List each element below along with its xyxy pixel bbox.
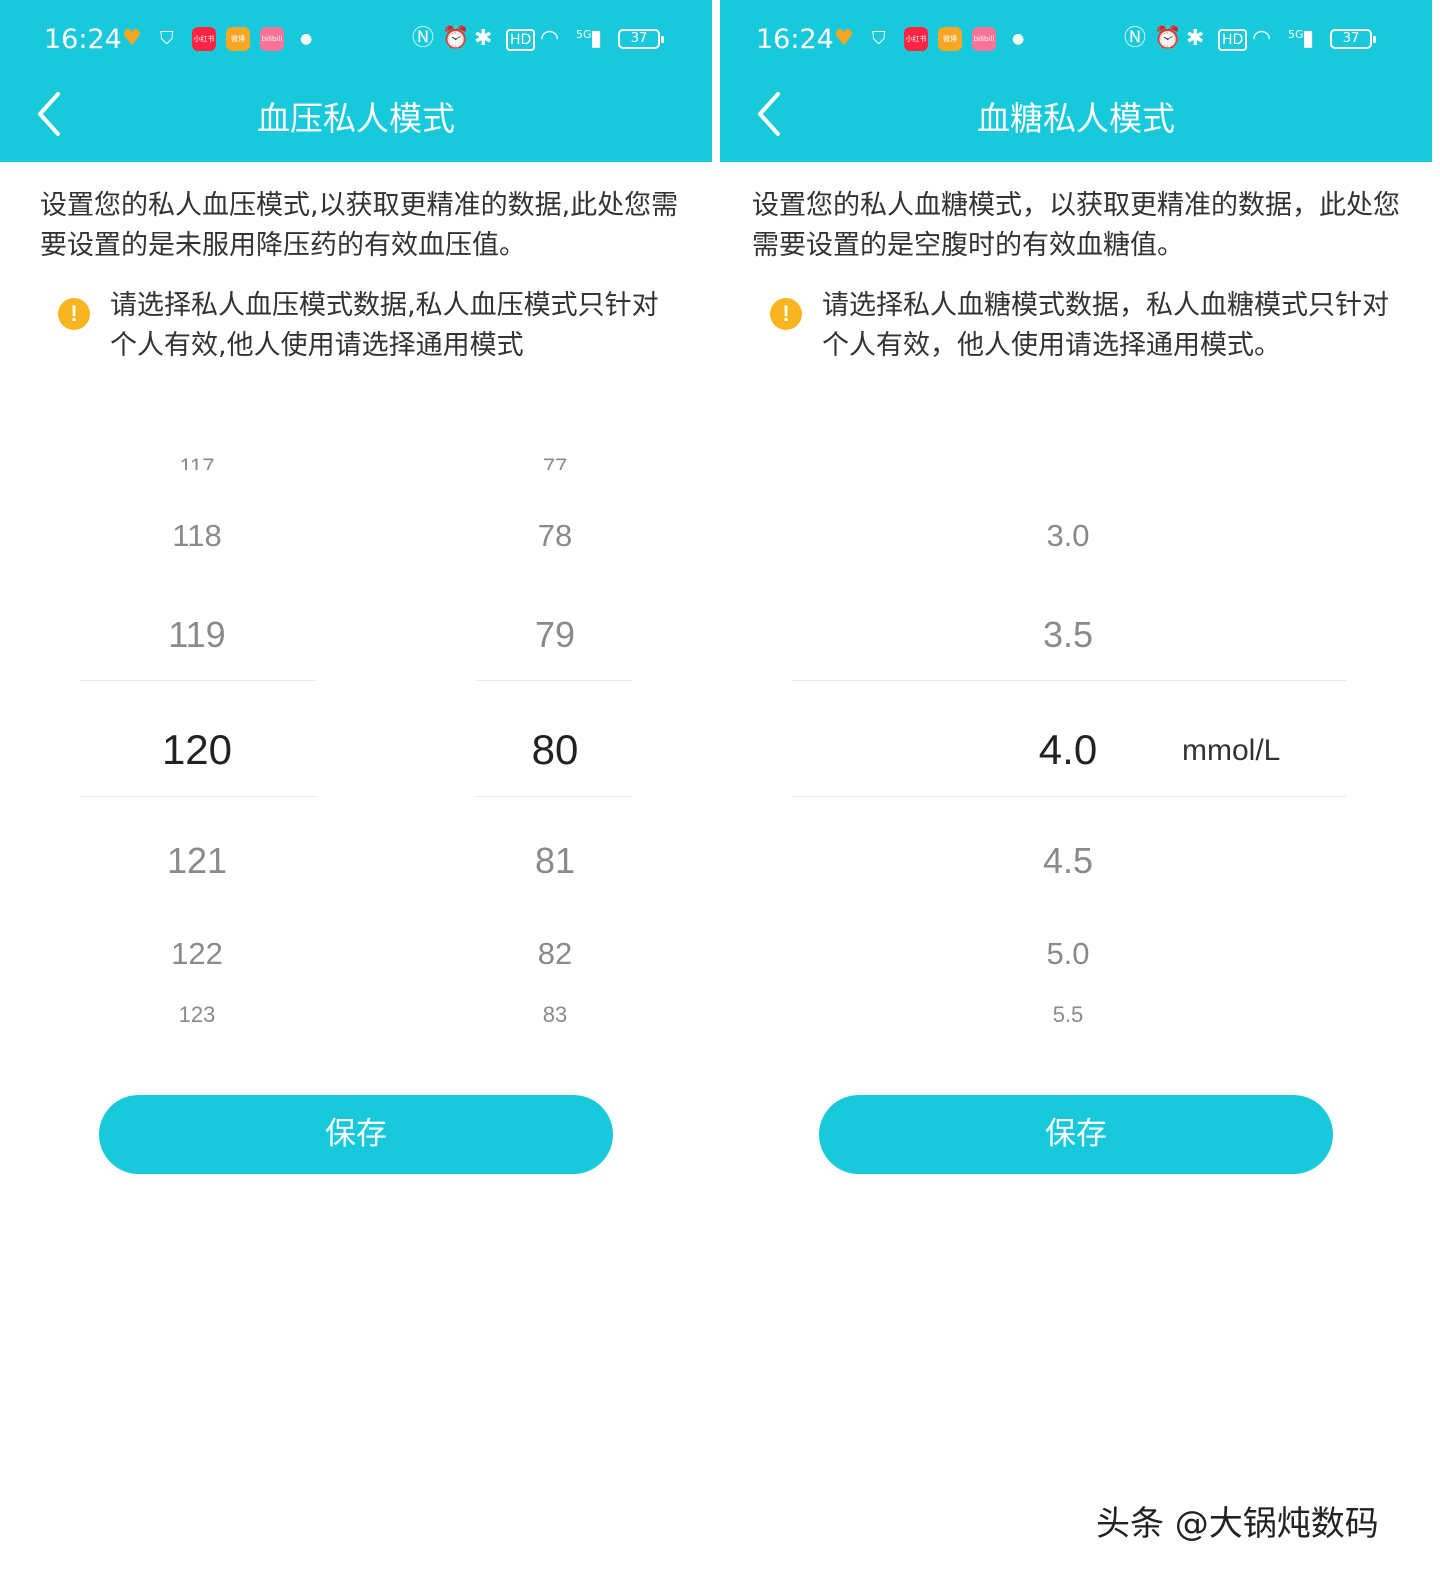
systolic-option[interactable]: 123 [97, 1004, 297, 1034]
weibo-app-icon: 微博 [226, 27, 250, 51]
app-header: 16:24 ♥ ⛉ 小红书 微博 bilibili ● Ⓝ ⏰ ✱ HD ◠ 5… [0, 0, 712, 162]
app-label: 小红书 [193, 35, 215, 43]
nav-bar: 血压私人模式 [0, 78, 712, 150]
nfc-icon: Ⓝ [1124, 26, 1147, 51]
signal-icon: ▮ [1302, 26, 1315, 51]
xiaohongshu-app-icon: 小红书 [904, 27, 928, 51]
description-text: 设置您的私人血压模式,以获取更精准的数据,此处您需要设置的是未服用降压药的有效血… [40, 190, 679, 261]
bilibili-app-icon: bilibili [260, 27, 284, 51]
hd-icon: HD [506, 29, 536, 51]
divider [712, 0, 720, 1584]
glucose-selected[interactable]: 4.0 [968, 726, 1168, 774]
hd-icon: HD [1218, 29, 1248, 51]
glucose-option[interactable]: 5.0 [968, 936, 1168, 972]
description-text: 设置您的私人血糖模式，以获取更精准的数据，此处您需要设置的是空腹时的有效血糖值。 [752, 190, 1400, 261]
bilibili-app-icon: bilibili [972, 27, 996, 51]
glucose-option[interactable]: 5.5 [968, 1004, 1168, 1034]
systolic-selected[interactable]: 120 [97, 726, 297, 774]
systolic-option[interactable]: 118 [97, 518, 297, 554]
app-header: 16:24 ♥ ⛉ 小红书 微博 bilibili ● Ⓝ ⏰ ✱ HD ◠ 5… [720, 0, 1432, 162]
page-title: 血糖私人模式 [977, 99, 1175, 138]
glucose-picker[interactable]: 3.0 3.5 4.0 4.5 5.0 5.5 mmol/L [720, 440, 1432, 1040]
app-label: 微博 [943, 35, 957, 43]
selection-line-bottom [80, 796, 316, 797]
battery-icon: 37 [618, 29, 664, 49]
glucose-option[interactable]: 4.5 [968, 840, 1168, 882]
selection-line-bottom [792, 796, 1346, 797]
systolic-option[interactable]: 117 [97, 456, 297, 470]
bp-screen: 16:24 ♥ ⛉ 小红书 微博 bilibili ● Ⓝ ⏰ ✱ HD ◠ 5… [0, 0, 712, 1584]
battery-icon: 37 [1330, 29, 1376, 49]
status-time: 16:24 [44, 24, 122, 55]
systolic-option[interactable]: 122 [97, 936, 297, 972]
selection-line-top [476, 680, 632, 681]
bluetooth-icon: ✱ [1186, 26, 1205, 51]
weibo-app-icon: 微博 [938, 27, 962, 51]
selection-line-top [792, 680, 1346, 681]
status-bar: 16:24 ♥ ⛉ 小红书 微博 bilibili ● Ⓝ ⏰ ✱ HD ◠ 5… [720, 14, 1432, 66]
status-time: 16:24 [756, 24, 834, 55]
app-label: 小红书 [905, 35, 927, 43]
alarm-icon: ⏰ [1154, 26, 1182, 51]
bluetooth-icon: ✱ [474, 26, 493, 51]
systolic-option[interactable]: 121 [97, 840, 297, 882]
warning-icon: ! [58, 298, 90, 330]
shield-icon: ⛉ [160, 28, 174, 49]
app-label: bilibili [973, 35, 995, 43]
nav-bar: 血糖私人模式 [720, 78, 1432, 150]
diastolic-option[interactable]: 77 [455, 456, 655, 470]
warning-text: 请选择私人血压模式数据,私人血压模式只针对个人有效,他人使用请选择通用模式 [110, 290, 659, 361]
page-title: 血压私人模式 [257, 99, 455, 138]
shield-icon: ⛉ [872, 28, 886, 49]
selection-line-bottom [476, 796, 632, 797]
glucose-screen: 16:24 ♥ ⛉ 小红书 微博 bilibili ● Ⓝ ⏰ ✱ HD ◠ 5… [720, 0, 1432, 1584]
xiaohongshu-app-icon: 小红书 [192, 27, 216, 51]
diastolic-option[interactable]: 79 [455, 614, 655, 656]
app-label: bilibili [261, 35, 283, 43]
heart-icon: ♥ [122, 26, 142, 51]
diastolic-option[interactable]: 83 [455, 1004, 655, 1034]
signal-icon: ▮ [590, 26, 603, 51]
bp-picker[interactable]: 117 118 119 120 121 122 123 77 78 79 80 … [0, 440, 712, 1040]
status-bar: 16:24 ♥ ⛉ 小红书 微博 bilibili ● Ⓝ ⏰ ✱ HD ◠ 5… [0, 14, 712, 66]
heart-icon: ♥ [834, 26, 854, 51]
diastolic-option[interactable]: 81 [455, 840, 655, 882]
wifi-icon: ◠ [540, 26, 560, 51]
save-button[interactable]: 保存 [99, 1095, 613, 1174]
glucose-option[interactable]: 3.0 [968, 518, 1168, 554]
diastolic-option[interactable]: 78 [455, 518, 655, 554]
save-button[interactable]: 保存 [819, 1095, 1333, 1174]
glucose-option[interactable]: 3.5 [968, 614, 1168, 656]
app-label: 微博 [231, 35, 245, 43]
dot-icon: ● [1012, 31, 1025, 47]
wifi-icon: ◠ [1252, 26, 1272, 51]
warning-icon: ! [770, 298, 802, 330]
dot-icon: ● [300, 31, 313, 47]
selection-line-top [80, 680, 316, 681]
diastolic-selected[interactable]: 80 [455, 726, 655, 774]
alarm-icon: ⏰ [442, 26, 470, 51]
nfc-icon: Ⓝ [412, 26, 435, 51]
systolic-option[interactable]: 119 [97, 614, 297, 656]
warning-text: 请选择私人血糖模式数据，私人血糖模式只针对个人有效，他人使用请选择通用模式。 [822, 290, 1389, 361]
unit-label: mmol/L [1182, 734, 1281, 767]
watermark: 头条 @大锅炖数码 [1096, 1504, 1379, 1544]
diastolic-option[interactable]: 82 [455, 936, 655, 972]
